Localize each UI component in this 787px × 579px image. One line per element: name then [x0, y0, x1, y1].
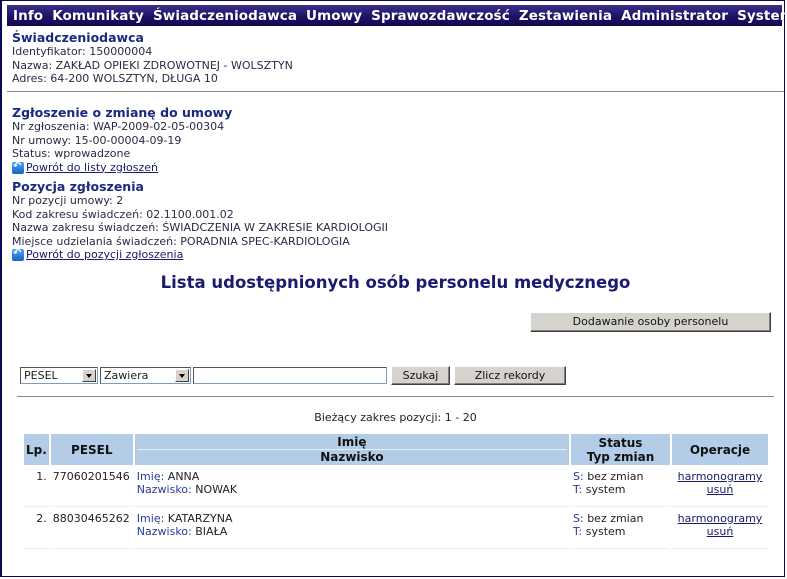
position-section: Pozycja zgłoszenia Nr pozycji umowy: 2 K…	[12, 179, 388, 262]
col-status-bottom: Typ zmian	[586, 449, 655, 464]
back-arrow-icon	[12, 247, 24, 261]
provider-id: Identyfikator: 150000004	[12, 45, 153, 58]
type-value: system	[585, 525, 626, 538]
schedules-link[interactable]: harmonogramy	[678, 512, 763, 525]
cell-pesel: 77060201546	[50, 467, 133, 507]
last-name-label: Nazwisko:	[136, 525, 192, 538]
menu-zestawienia[interactable]: Zestawienia	[519, 8, 612, 24]
table-row: 1. 77060201546 Imię: ANNA Nazwisko: NOWA…	[24, 467, 768, 507]
search-input[interactable]	[193, 367, 387, 384]
status-label: S:	[573, 512, 584, 525]
position-range-name: Nazwa zakresu świadczeń: ŚWIADCZENIA W Z…	[12, 221, 389, 234]
col-ops: Operacje	[672, 434, 768, 465]
col-pesel: PESEL	[50, 434, 133, 465]
current-range: Bieżący zakres pozycji: 1 - 20	[314, 411, 477, 424]
request-section: Zgłoszenie o zmianę do umowy Nr zgłoszen…	[12, 105, 232, 175]
status-value: bez zmian	[587, 470, 644, 483]
last-name-label: Nazwisko:	[136, 483, 192, 496]
count-records-button[interactable]: Zlicz rekordy	[454, 366, 566, 385]
provider-name: Nazwa: ZAKŁAD OPIEKI ZDROWOTNEJ - WOLSZT…	[12, 58, 293, 72]
back-to-position[interactable]: Powrót do pozycji zgłoszenia	[12, 247, 388, 262]
back-arrow-icon	[12, 160, 24, 174]
back-to-requests[interactable]: Powrót do listy zgłoszeń	[12, 160, 232, 175]
request-heading: Zgłoszenie o zmianę do umowy	[12, 105, 233, 120]
menu-umowy[interactable]: Umowy	[306, 8, 362, 24]
chevron-down-icon[interactable]	[82, 369, 96, 382]
cell-lp: 2.	[24, 509, 49, 549]
search-button[interactable]: Szukaj	[391, 366, 450, 385]
table-row: 2. 88030465262 Imię: KATARZYNA Nazwisko:…	[24, 509, 768, 549]
operator-select-value: Zawiera	[104, 369, 149, 382]
page-title: Lista udostępnionych osób personelu medy…	[160, 273, 631, 292]
col-name-top: Imię	[136, 435, 567, 450]
schedules-link[interactable]: harmonogramy	[678, 470, 763, 483]
field-select-value: PESEL	[24, 369, 58, 382]
type-value: system	[585, 483, 626, 496]
main-menu: Info Komunikaty Świadczeniodawca Umowy S…	[7, 5, 787, 26]
add-personnel-button[interactable]: Dodawanie osoby personelu	[530, 312, 771, 332]
provider-section: Świadczeniodawca Identyfikator: 15000000…	[12, 30, 293, 86]
cell-ops: harmonogramy usuń	[672, 509, 768, 549]
cell-status: S: bez zmian T: system	[571, 467, 670, 507]
status-label: S:	[573, 470, 584, 483]
personnel-table: Lp. PESEL Imię Nazwisko Status Typ zmian…	[22, 432, 770, 551]
delete-link[interactable]: usuń	[707, 483, 734, 496]
type-label: T:	[573, 483, 583, 496]
first-name: ANNA	[167, 470, 200, 483]
cell-name: Imię: KATARZYNA Nazwisko: BIAŁA	[134, 509, 569, 549]
menu-sprawozdawczosc[interactable]: Sprawozdawczość	[371, 8, 510, 24]
type-label: T:	[573, 525, 583, 538]
menu-swiadczeniodawca[interactable]: Świadczeniodawca	[153, 8, 297, 24]
field-select[interactable]: PESEL	[20, 367, 98, 384]
status-value: bez zmian	[587, 512, 644, 525]
position-code: Kod zakresu świadczeń: 02.1100.001.02	[12, 207, 234, 221]
chevron-down-icon[interactable]	[175, 369, 189, 382]
table-header-row: Lp. PESEL Imię Nazwisko Status Typ zmian…	[24, 434, 768, 465]
first-name-label: Imię:	[136, 470, 165, 483]
delete-link[interactable]: usuń	[707, 525, 734, 538]
last-name: BIAŁA	[195, 525, 228, 538]
cell-pesel: 88030465262	[50, 509, 133, 549]
provider-address: Adres: 64-200 WOLSZTYN, DŁUGA 10	[12, 72, 218, 85]
page-frame: Info Komunikaty Świadczeniodawca Umowy S…	[0, 0, 787, 577]
cell-status: S: bez zmian T: system	[571, 509, 670, 549]
first-name: KATARZYNA	[167, 512, 233, 525]
request-number: Nr zgłoszenia: WAP-2009-02-05-00304	[12, 120, 225, 133]
back-to-requests-link[interactable]: Powrót do listy zgłoszeń	[26, 161, 158, 175]
position-heading: Pozycja zgłoszenia	[12, 179, 144, 194]
cell-ops: harmonogramy usuń	[672, 467, 768, 507]
cell-name: Imię: ANNA Nazwisko: NOWAK	[134, 467, 569, 507]
divider	[7, 91, 784, 92]
col-status: Status Typ zmian	[571, 434, 670, 465]
menu-info[interactable]: Info	[13, 8, 43, 24]
position-number: Nr pozycji umowy: 2	[12, 194, 124, 207]
divider	[17, 396, 774, 397]
last-name: NOWAK	[195, 483, 238, 496]
menu-system[interactable]: System	[737, 8, 787, 24]
col-status-top: Status	[598, 435, 643, 450]
position-place: Miejsce udzielania świadczeń: PORADNIA S…	[12, 234, 350, 248]
cell-lp: 1.	[24, 467, 49, 507]
menu-komunikaty[interactable]: Komunikaty	[52, 8, 144, 24]
request-status: Status: wprowadzone	[12, 147, 131, 160]
back-to-position-link[interactable]: Powrót do pozycji zgłoszenia	[26, 248, 183, 262]
request-contract: Nr umowy: 15-00-00004-09-19	[12, 133, 182, 147]
col-name: Imię Nazwisko	[134, 434, 569, 465]
provider-heading: Świadczeniodawca	[12, 30, 144, 45]
col-lp: Lp.	[24, 434, 49, 465]
col-name-bottom: Nazwisko	[320, 450, 384, 464]
first-name-label: Imię:	[136, 512, 165, 525]
menu-administrator[interactable]: Administrator	[621, 8, 728, 24]
operator-select[interactable]: Zawiera	[100, 367, 191, 384]
